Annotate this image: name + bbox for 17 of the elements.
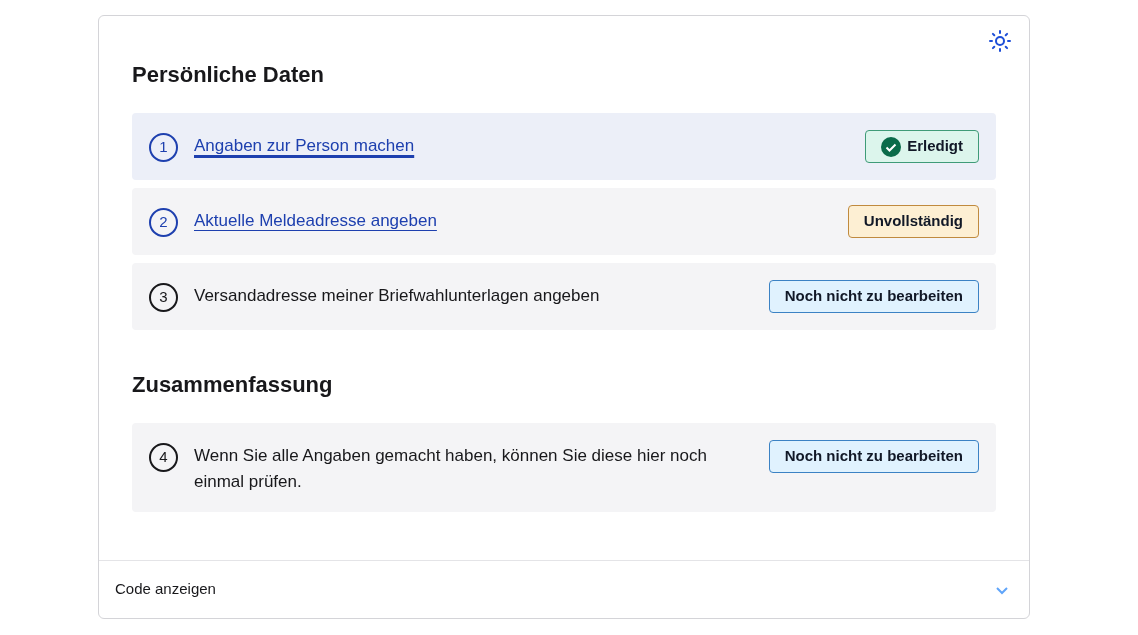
step-link[interactable]: Aktuelle Meldeadresse angeben	[194, 208, 437, 234]
step-number: 3	[149, 283, 178, 312]
step-link[interactable]: Angaben zur Person machen	[194, 133, 415, 159]
check-icon	[881, 136, 902, 157]
code-toggle-label[interactable]: Code anzeigen	[115, 578, 216, 601]
status-badge: Erledigt	[865, 130, 979, 163]
status-badge: Noch nicht zu bearbeiten	[768, 280, 979, 313]
status-badge: Unvollständig	[847, 205, 979, 238]
step-number: 2	[149, 208, 178, 237]
section-heading: Persönliche Daten	[132, 61, 325, 89]
status-badge: Noch nicht zu bearbeiten	[768, 440, 979, 473]
section-heading: Zusammenfassung	[132, 371, 334, 399]
step-text: Wenn Sie alle Angaben gemacht haben, können Sie diese hier noch einmal prüfen.	[194, 445, 708, 493]
step-text: Versandadresse meiner Briefwahlunterlagen angeben	[194, 285, 600, 307]
theme-toggle-sun-icon[interactable]	[988, 29, 1012, 53]
step-number: 1	[149, 133, 178, 162]
step-number: 4	[149, 443, 178, 472]
